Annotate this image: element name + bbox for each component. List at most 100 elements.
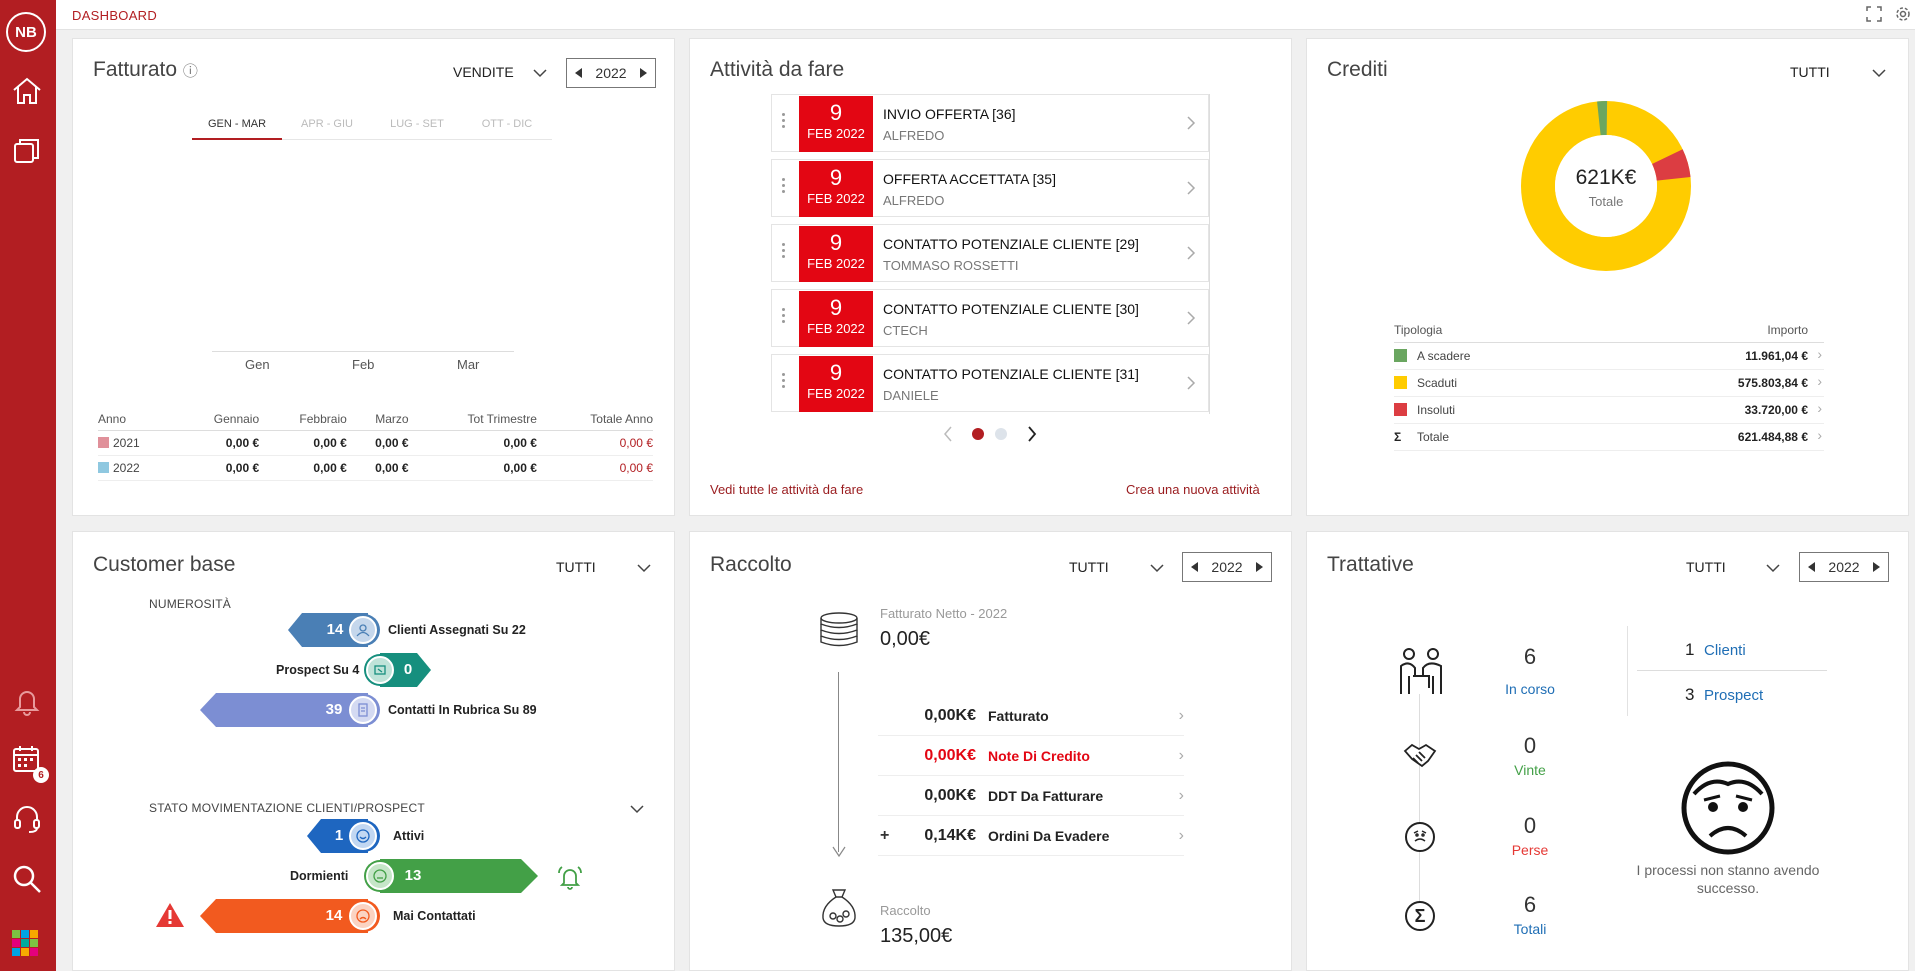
crediti-dropdown[interactable]: TUTTI [1790, 64, 1830, 80]
tab-q1[interactable]: GEN - MAR [192, 118, 282, 140]
month-label: Mar [457, 357, 480, 372]
info-icon[interactable]: ⓘ [183, 63, 198, 80]
attivita-title: Attività da fare [710, 58, 845, 81]
prev-year-icon[interactable] [1191, 562, 1198, 572]
neutral-face-icon [366, 862, 394, 890]
trattative-dropdown[interactable]: TUTTI [1686, 559, 1726, 575]
activity-subtitle: TOMMASO ROSSETTI [883, 258, 1019, 273]
fullscreen-icon[interactable] [1866, 6, 1882, 27]
activity-title: CONTATTO POTENZIALE CLIENTE [31] [883, 366, 1139, 382]
activity-item[interactable]: 9 FEB 2022 CONTATTO POTENZIALE CLIENTE [2… [771, 224, 1209, 282]
divider [1627, 626, 1628, 716]
trattative-message: I processi non stanno avendo successo. [1636, 862, 1820, 896]
activity-item[interactable]: 9 FEB 2022 INVIO OFFERTA [36] ALFREDO [771, 94, 1209, 152]
drag-handle-icon[interactable] [782, 308, 786, 326]
tab-q2[interactable]: APR - GIU [282, 118, 372, 140]
in-corso-label[interactable]: In corso [1470, 681, 1590, 697]
next-year-icon[interactable] [1256, 562, 1263, 572]
trattative-year-picker[interactable]: 2022 [1799, 552, 1889, 582]
quarter-tabs: GEN - MAR APR - GIU LUG - SET OTT - DIC [192, 118, 552, 140]
chevron-down-icon[interactable] [1872, 66, 1886, 80]
dormienti-label: Dormienti [290, 869, 349, 883]
pager-dot[interactable] [995, 428, 1007, 440]
table-row[interactable]: Σ Totale 621.484,88 € [1394, 423, 1824, 451]
calendar-badge: 6 [33, 767, 49, 783]
drag-handle-icon[interactable] [782, 373, 786, 391]
table-row[interactable]: Insoluti 33.720,00 € [1394, 396, 1824, 424]
table-row[interactable]: Scaduti 575.803,84 € [1394, 369, 1824, 397]
scrollbar[interactable] [1209, 94, 1210, 414]
crediti-title: Crediti [1327, 58, 1388, 81]
prev-year-icon[interactable] [575, 68, 582, 78]
next-year-icon[interactable] [1873, 562, 1880, 572]
chevron-down-icon[interactable] [533, 66, 547, 80]
raccolto-year-picker[interactable]: 2022 [1182, 552, 1272, 582]
sad-face-icon [1405, 822, 1435, 852]
timeline-line [1419, 694, 1420, 924]
chevron-down-icon[interactable] [630, 802, 644, 816]
drag-handle-icon[interactable] [782, 243, 786, 261]
user-avatar[interactable]: NB [6, 12, 46, 52]
attivi-count: 1 [334, 827, 344, 844]
breadcrumb[interactable]: DASHBOARD [72, 8, 157, 23]
activity-item[interactable]: 9 FEB 2022 CONTATTO POTENZIALE CLIENTE [3… [771, 289, 1209, 347]
activity-title: OFFERTA ACCETTATA [35] [883, 171, 1056, 187]
fatturato-year-picker[interactable]: 2022 [566, 58, 656, 88]
perse-label[interactable]: Perse [1470, 842, 1590, 858]
activity-item[interactable]: 9 FEB 2022 OFFERTA ACCETTATA [35] ALFREDO [771, 159, 1209, 217]
tab-q4[interactable]: OTT - DIC [462, 118, 552, 140]
drag-handle-icon[interactable] [782, 178, 786, 196]
address-book-icon [349, 696, 377, 724]
raccolto-row[interactable]: 0,00K€ Note Di Credito › [878, 737, 1184, 776]
clienti-count: 1 [1685, 640, 1695, 659]
table-row[interactable]: A scadere 11.961,04 € [1394, 342, 1824, 370]
clienti-label[interactable]: Clienti [1704, 642, 1746, 659]
totali-label[interactable]: Totali [1470, 921, 1590, 937]
tab-q3[interactable]: LUG - SET [372, 118, 462, 140]
home-icon[interactable] [8, 72, 46, 110]
headset-icon[interactable] [8, 800, 46, 838]
bell-icon[interactable] [8, 682, 46, 720]
next-year-icon[interactable] [640, 68, 647, 78]
rubrica-count: 39 [325, 701, 343, 718]
chevron-down-icon[interactable] [1150, 561, 1164, 575]
handshake-icon [1403, 743, 1437, 768]
vinte-label[interactable]: Vinte [1470, 762, 1590, 778]
drag-handle-icon[interactable] [782, 113, 786, 131]
user-icon [349, 616, 377, 644]
prev-year-icon[interactable] [1808, 562, 1815, 572]
coins-icon [820, 612, 858, 647]
raccolto-row[interactable]: 0,00K€ DDT Da Fatturare › [878, 777, 1184, 816]
prev-page-icon[interactable] [943, 426, 953, 442]
next-page-icon[interactable] [1027, 426, 1037, 442]
chevron-down-icon[interactable] [637, 561, 651, 575]
raccolto-row[interactable]: + 0,14K€ Ordini Da Evadere › [878, 817, 1184, 856]
customer-dropdown[interactable]: TUTTI [556, 559, 596, 575]
raccolto-row[interactable]: 0,00K€ Fatturato › [878, 697, 1184, 736]
prospect-label-t[interactable]: Prospect [1704, 687, 1763, 704]
sidebar: NB 6 [0, 0, 56, 971]
money-bag-icon [822, 889, 856, 927]
bell-ring-icon[interactable] [556, 863, 584, 891]
chevron-down-icon[interactable] [1766, 561, 1780, 575]
year-value: 2022 [1828, 559, 1860, 575]
fatturato-table: Anno Gennaio Febbraio Marzo Tot Trimestr… [98, 408, 653, 481]
month-label: Feb [352, 357, 375, 372]
pager-dot-active[interactable] [972, 428, 984, 440]
raccolto-dropdown[interactable]: TUTTI [1069, 559, 1109, 575]
activity-date: 9 FEB 2022 [799, 226, 873, 282]
perse-count: 0 [1523, 813, 1537, 838]
settings-icon[interactable] [1895, 6, 1911, 27]
all-activities-link[interactable]: Vedi tutte le attività da fare [710, 482, 863, 497]
windows-icon[interactable] [8, 132, 46, 170]
search-icon[interactable] [8, 860, 46, 898]
new-activity-link[interactable]: Crea una nuova attività [1126, 482, 1260, 497]
prospect-count-t: 3 [1685, 685, 1695, 704]
donut-total-value: 621K€ [1575, 166, 1637, 189]
raccolto-value: 135,00€ [880, 925, 953, 947]
chevron-right-icon: › [1178, 787, 1184, 804]
chevron-right-icon: › [1178, 707, 1184, 724]
activity-item[interactable]: 9 FEB 2022 CONTATTO POTENZIALE CLIENTE [3… [771, 354, 1209, 412]
fatturato-dropdown[interactable]: VENDITE [453, 64, 514, 80]
warning-icon [156, 903, 184, 927]
